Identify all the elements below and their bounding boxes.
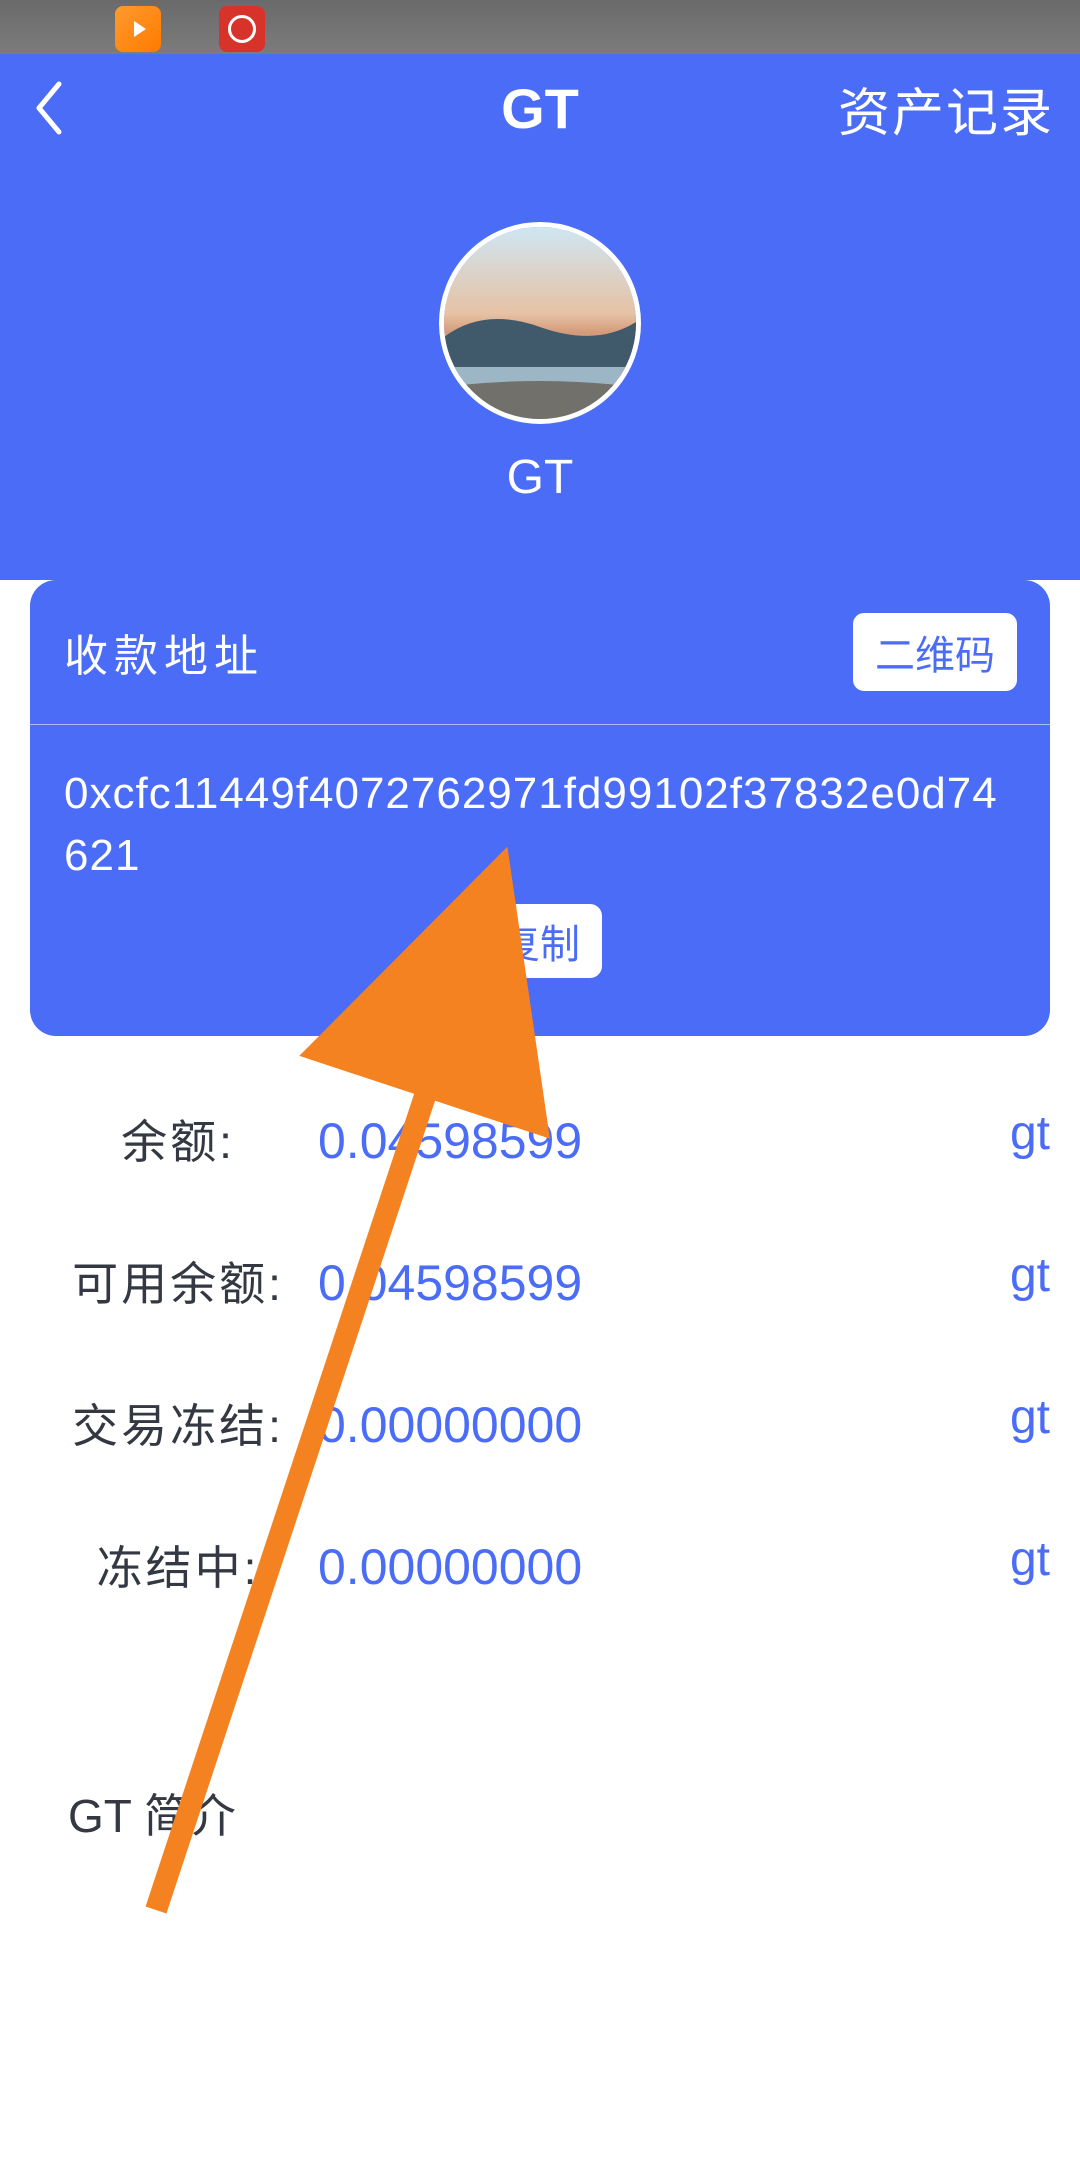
balance-row: 余额: 0.04598599 gt xyxy=(46,1106,1050,1172)
trade-frozen-value: 0.00000000 xyxy=(318,1396,582,1454)
chevron-left-icon xyxy=(31,80,65,136)
token-image-icon xyxy=(444,227,636,419)
token-name: GT xyxy=(439,450,641,505)
balance-value: 0.04598599 xyxy=(318,1112,582,1170)
balance-row: 交易冻结: 0.00000000 gt xyxy=(46,1390,1050,1456)
nav-bar: GT 资产记录 xyxy=(0,54,1080,162)
address-block: 0xcfc11449f4072762971fd99102f37832e0d746… xyxy=(30,725,1050,1036)
status-bar xyxy=(0,0,1080,54)
trade-frozen-label: 交易冻结: xyxy=(46,1390,310,1456)
receive-address-card: 收款地址 二维码 0xcfc11449f4072762971fd99102f37… xyxy=(30,580,1050,1036)
qr-code-button[interactable]: 二维码 xyxy=(850,610,1020,694)
receive-address-label: 收款地址 xyxy=(64,620,264,684)
balance-unit: gt xyxy=(1010,1532,1050,1587)
copy-button[interactable]: 复制 xyxy=(478,904,602,978)
notification-app-icon[interactable] xyxy=(115,6,161,52)
available-balance-label: 可用余额: xyxy=(46,1248,310,1314)
available-balance-value: 0.04598599 xyxy=(318,1254,582,1312)
asset-records-link[interactable]: 资产记录 xyxy=(838,71,1054,146)
freezing-value: 0.00000000 xyxy=(318,1538,582,1596)
balance-row: 可用余额: 0.04598599 gt xyxy=(46,1248,1050,1314)
token-intro-heading: GT 简介 xyxy=(68,1780,236,1846)
page-title: GT xyxy=(501,76,579,141)
balance-unit: gt xyxy=(1010,1390,1050,1445)
notification-app-icon[interactable] xyxy=(219,6,265,52)
card-header: 收款地址 二维码 xyxy=(30,580,1050,725)
balance-row: 冻结中: 0.00000000 gt xyxy=(46,1532,1050,1598)
balance-unit: gt xyxy=(1010,1248,1050,1303)
freezing-label: 冻结中: xyxy=(46,1532,310,1598)
balance-unit: gt xyxy=(1010,1106,1050,1161)
wallet-address[interactable]: 0xcfc11449f4072762971fd99102f37832e0d746… xyxy=(64,763,1016,886)
token-identity: GT xyxy=(439,222,641,505)
balance-label: 余额: xyxy=(46,1106,310,1172)
token-avatar xyxy=(439,222,641,424)
header: GT 资产记录 GT xyxy=(0,54,1080,580)
notification-tray xyxy=(115,6,265,52)
balance-list: 余额: 0.04598599 gt 可用余额: 0.04598599 gt 交易… xyxy=(46,1106,1050,1674)
back-button[interactable] xyxy=(18,78,78,138)
